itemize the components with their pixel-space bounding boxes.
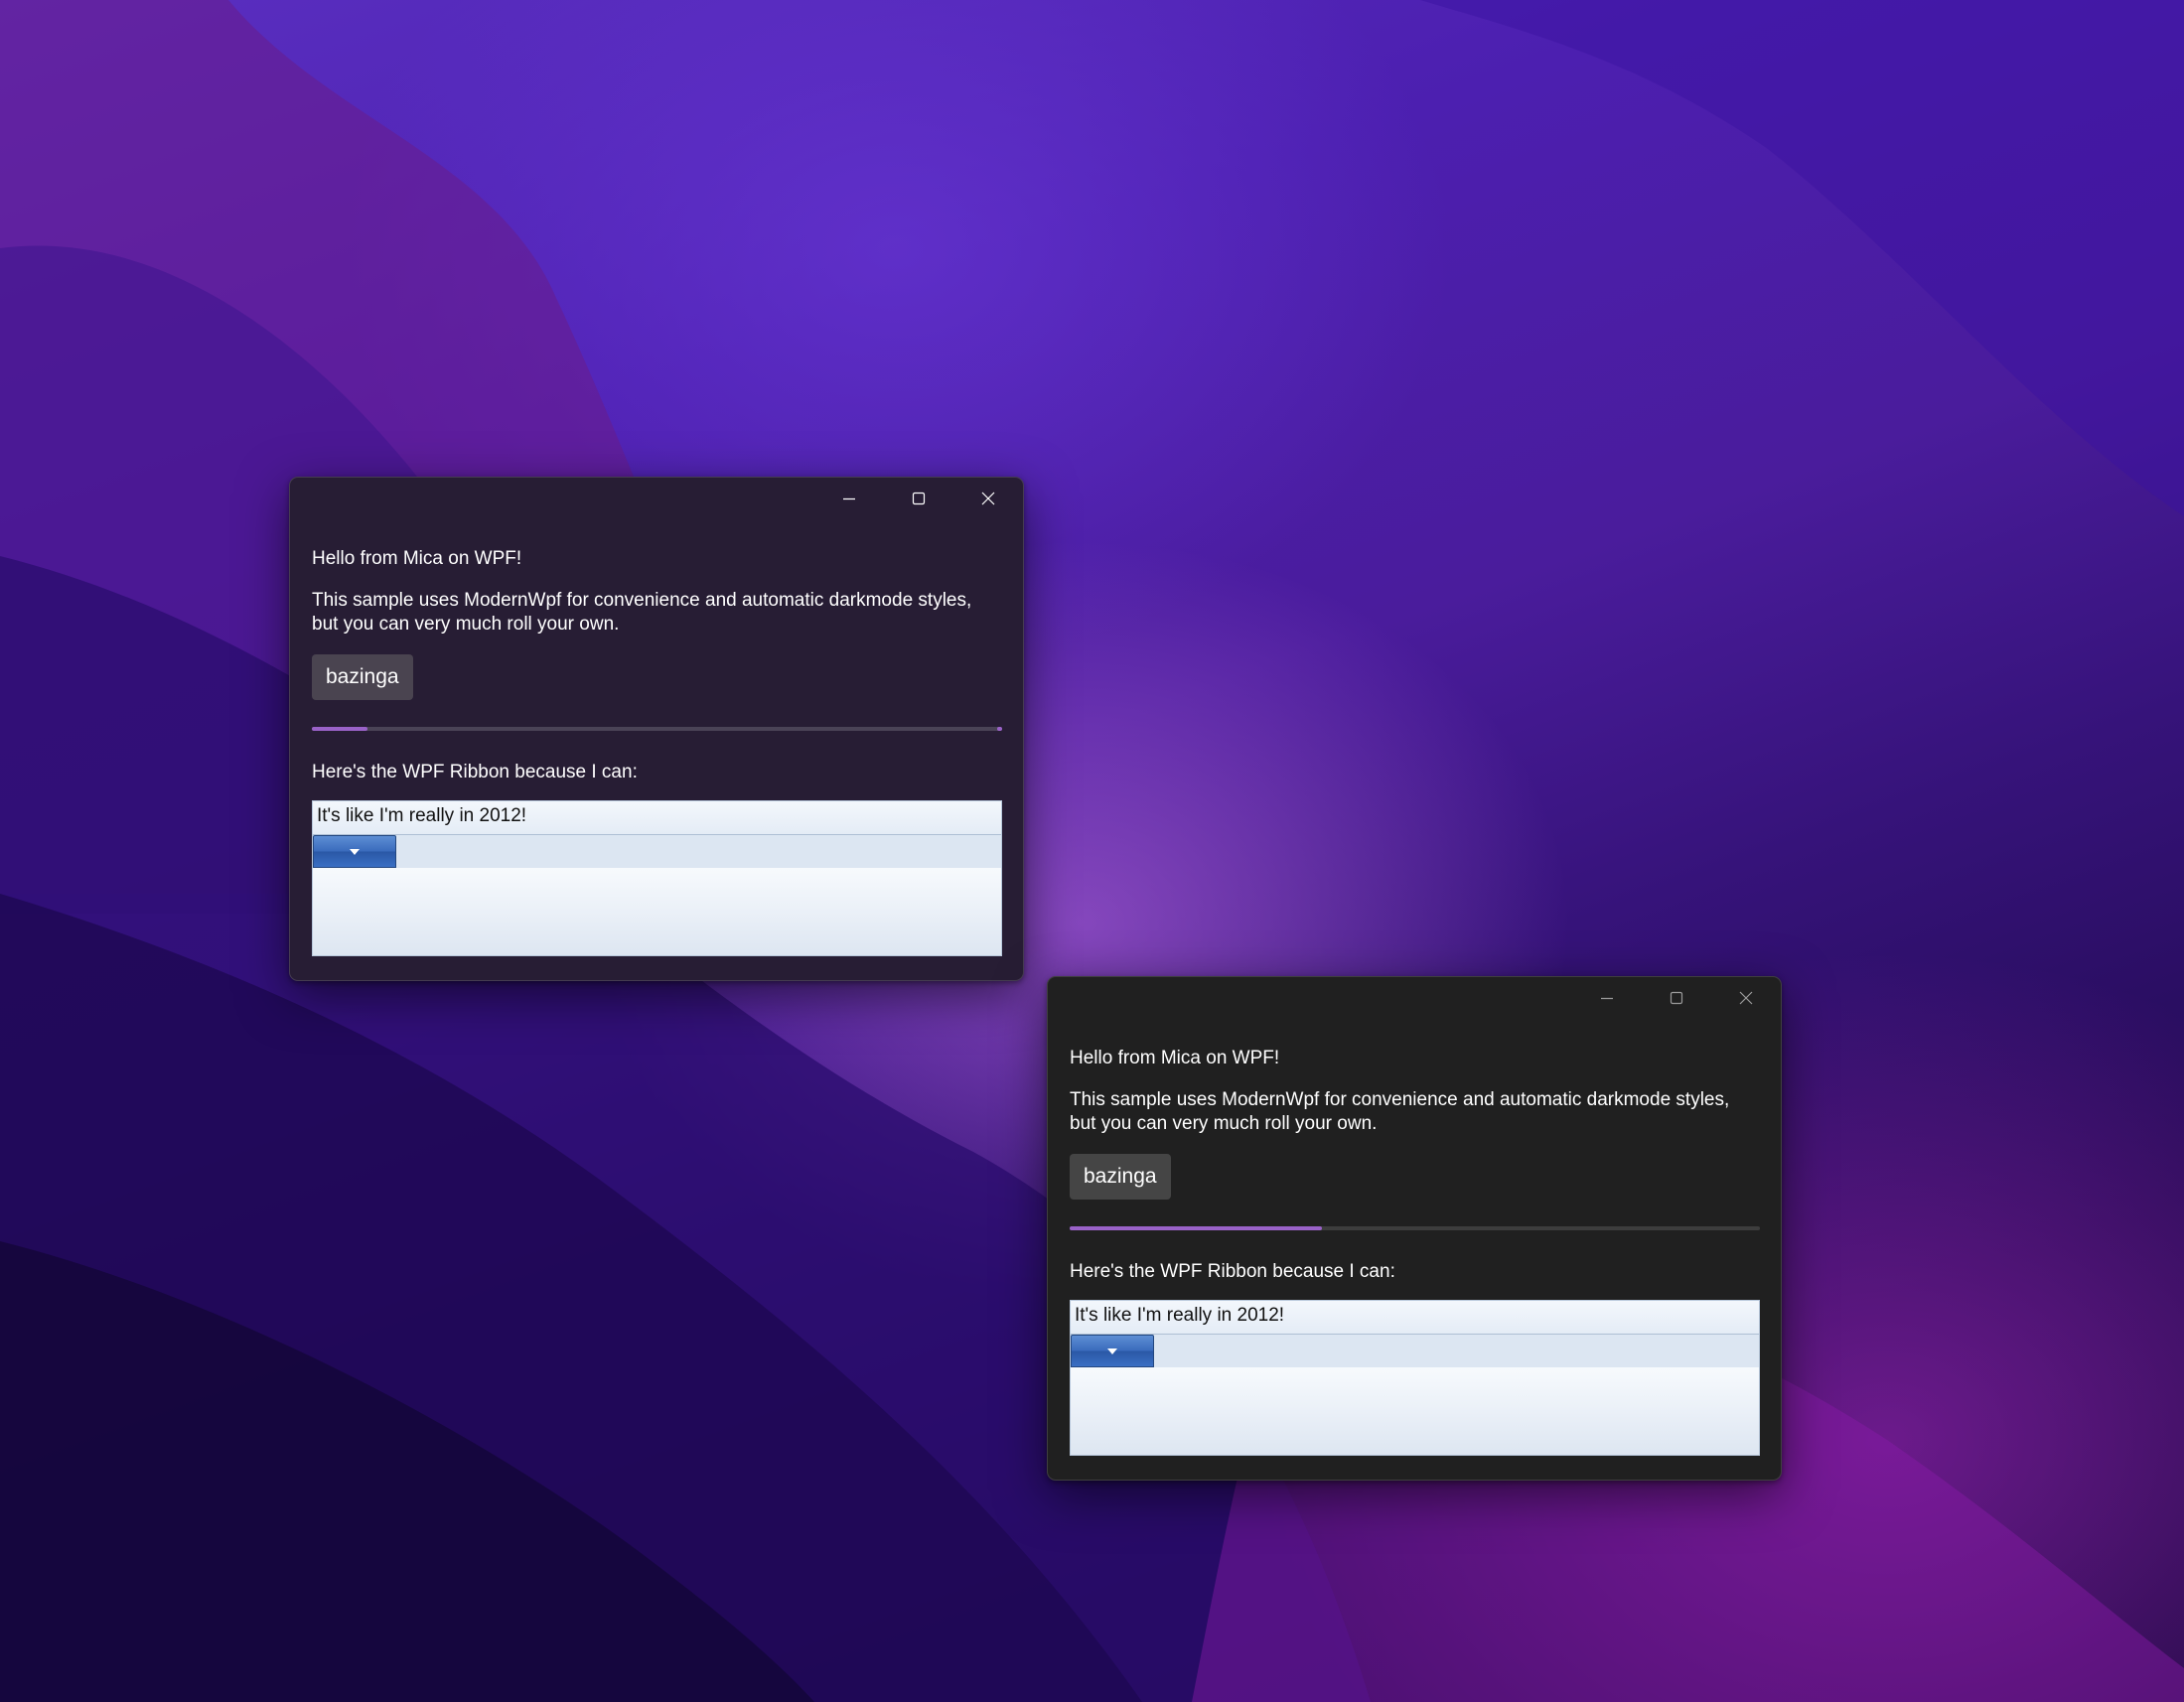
wpf-ribbon: It's like I'm really in 2012! — [312, 800, 1002, 956]
bazinga-button[interactable]: bazinga — [312, 654, 413, 700]
window-content: Hello from Mica on WPF! This sample uses… — [1070, 1047, 1760, 1456]
ribbon-title: It's like I'm really in 2012! — [1071, 1301, 1759, 1335]
ribbon-heading: Here's the WPF Ribbon because I can: — [1070, 1261, 1395, 1282]
app-window: Hello from Mica on WPF! This sample uses… — [289, 477, 1024, 981]
ribbon-application-menu-button[interactable] — [313, 835, 396, 868]
minimize-icon — [1601, 997, 1613, 1000]
window-content: Hello from Mica on WPF! This sample uses… — [312, 547, 1002, 956]
close-button[interactable] — [1711, 977, 1781, 1019]
maximize-icon — [912, 492, 926, 505]
description-text: This sample uses ModernWpf for convenien… — [312, 590, 972, 635]
progress-bar-end — [997, 727, 1002, 731]
ribbon-heading: Here's the WPF Ribbon because I can: — [312, 762, 638, 782]
minimize-button[interactable] — [1572, 977, 1642, 1019]
ribbon-tab-strip — [1071, 1335, 1759, 1367]
ribbon-body — [1071, 1367, 1759, 1455]
ribbon-title: It's like I'm really in 2012! — [313, 801, 1001, 835]
close-icon — [981, 492, 995, 505]
dropdown-arrow-icon — [350, 848, 360, 855]
maximize-button[interactable] — [1642, 977, 1711, 1019]
progress-bar-fill — [1070, 1226, 1322, 1230]
minimize-icon — [843, 497, 855, 500]
close-button[interactable] — [953, 478, 1023, 519]
hello-text: Hello from Mica on WPF! — [1070, 1048, 1280, 1068]
wpf-ribbon: It's like I'm really in 2012! — [1070, 1300, 1760, 1456]
ribbon-tab-strip — [313, 835, 1001, 868]
dropdown-arrow-icon — [1107, 1347, 1117, 1354]
app-window: Hello from Mica on WPF! This sample uses… — [1047, 976, 1782, 1481]
ribbon-application-menu-button[interactable] — [1071, 1335, 1154, 1367]
title-bar[interactable] — [290, 478, 1023, 519]
progress-bar-fill — [312, 727, 367, 731]
maximize-button[interactable] — [884, 478, 953, 519]
minimize-button[interactable] — [814, 478, 884, 519]
maximize-icon — [1670, 991, 1683, 1005]
ribbon-body — [313, 868, 1001, 955]
bazinga-button[interactable]: bazinga — [1070, 1154, 1171, 1200]
description-text: This sample uses ModernWpf for convenien… — [1070, 1089, 1730, 1134]
close-icon — [1739, 991, 1753, 1005]
progress-bar — [312, 727, 1002, 731]
hello-text: Hello from Mica on WPF! — [312, 548, 522, 569]
progress-bar — [1070, 1226, 1760, 1230]
title-bar[interactable] — [1048, 977, 1781, 1019]
